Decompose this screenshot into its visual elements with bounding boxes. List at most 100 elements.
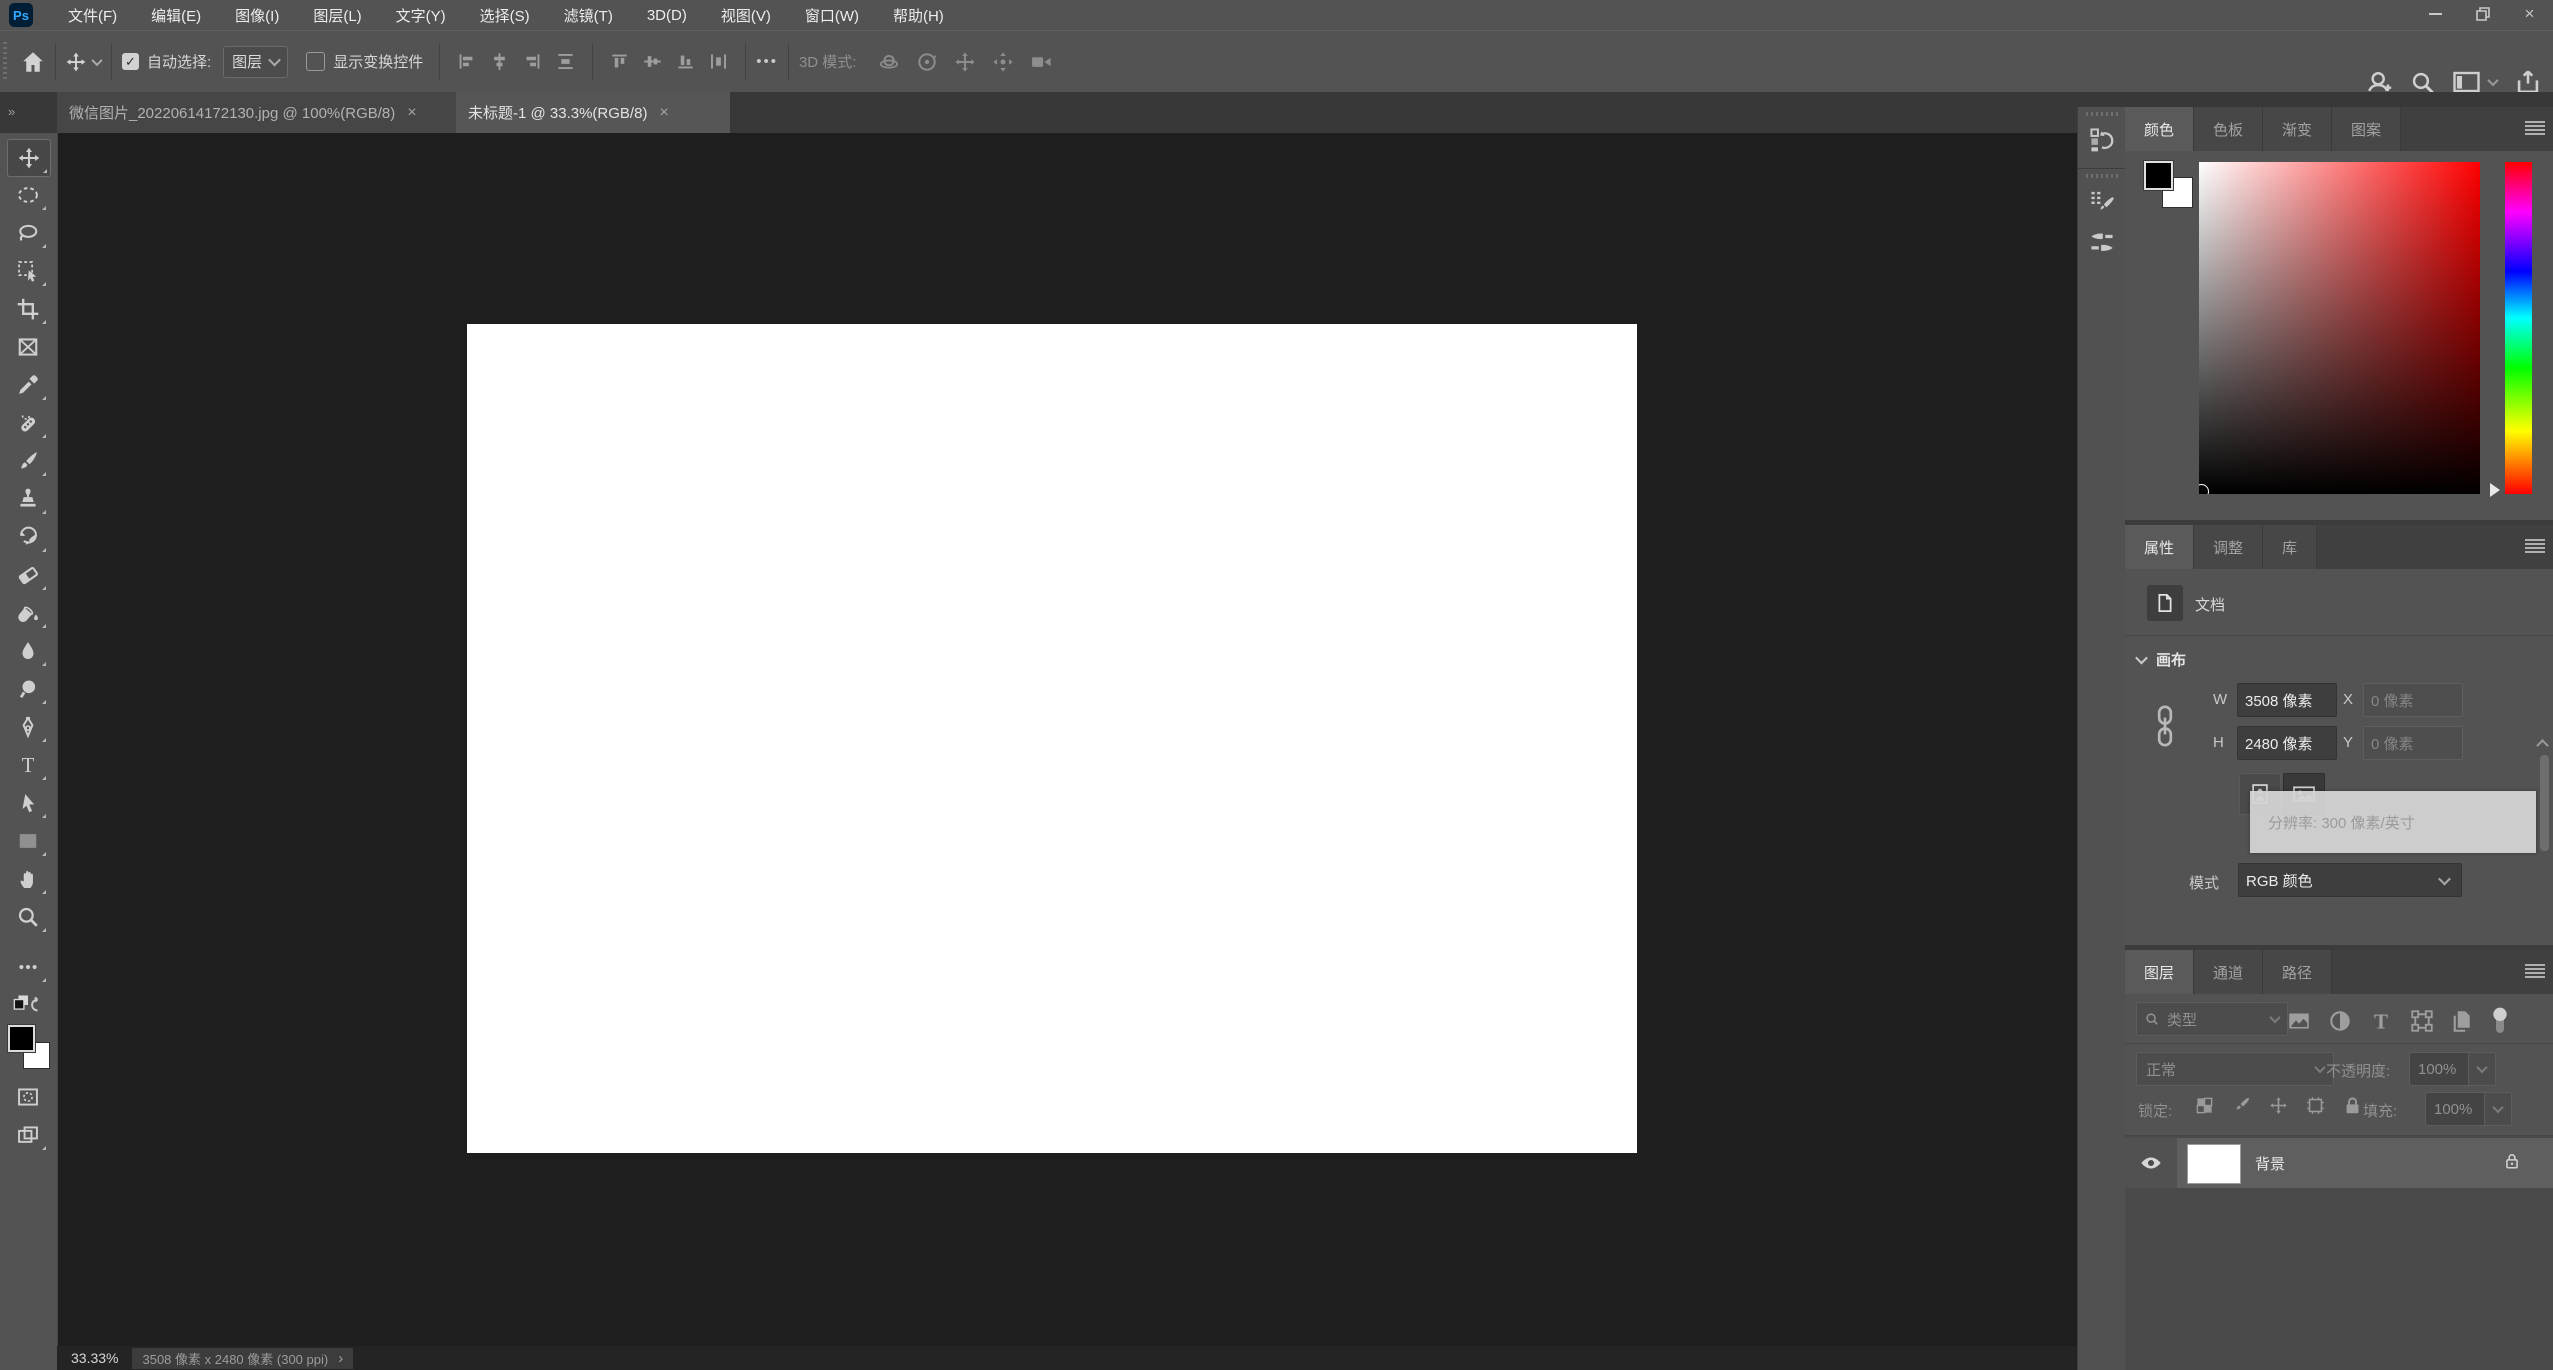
filter-pixel-layers-icon[interactable] bbox=[2287, 1009, 2311, 1033]
eraser-tool[interactable] bbox=[7, 557, 49, 593]
lock-position-icon[interactable] bbox=[2269, 1096, 2288, 1115]
document-tab-active[interactable]: 未标题-1 @ 33.3%(RGB/8) × bbox=[456, 92, 730, 133]
elliptical-marquee-tool[interactable] bbox=[7, 177, 49, 213]
more-options-button[interactable]: ••• bbox=[756, 53, 778, 70]
menu-window[interactable]: 窗口(W) bbox=[788, 0, 876, 30]
brushes-panel-icon[interactable] bbox=[2078, 222, 2126, 262]
lock-artboard-icon[interactable] bbox=[2306, 1096, 2325, 1115]
restore-button[interactable] bbox=[2459, 0, 2506, 28]
opacity-stepper[interactable] bbox=[2468, 1052, 2496, 1086]
layer-visibility-cell[interactable] bbox=[2125, 1138, 2177, 1188]
tab-channels[interactable]: 通道 bbox=[2194, 950, 2263, 994]
foreground-color-chip[interactable] bbox=[8, 1025, 35, 1052]
width-field[interactable]: 3508 像素 bbox=[2237, 683, 2337, 717]
tab-libraries[interactable]: 库 bbox=[2263, 525, 2317, 569]
menu-help[interactable]: 帮助(H) bbox=[876, 0, 961, 30]
minimize-button[interactable] bbox=[2412, 0, 2459, 28]
pen-tool[interactable] bbox=[7, 709, 49, 745]
paint-bucket-tool[interactable] bbox=[7, 595, 49, 631]
tab-paths[interactable]: 路径 bbox=[2263, 950, 2332, 994]
spot-healing-brush-tool[interactable] bbox=[7, 405, 49, 441]
hand-tool[interactable] bbox=[7, 861, 49, 897]
zoom-level-field[interactable]: 33.33% bbox=[71, 1350, 118, 1366]
panel-menu-icon[interactable] bbox=[2525, 121, 2545, 135]
close-button[interactable]: × bbox=[2506, 0, 2553, 28]
align-top-edges-icon[interactable] bbox=[610, 52, 629, 71]
blur-tool[interactable] bbox=[7, 633, 49, 669]
canvas-section-header[interactable]: 画布 bbox=[2137, 649, 2186, 670]
options-grip[interactable] bbox=[3, 42, 7, 82]
edit-toolbar-button[interactable] bbox=[7, 949, 49, 985]
height-field[interactable]: 2480 像素 bbox=[2237, 726, 2337, 760]
distribute-horizontal-icon[interactable] bbox=[709, 52, 728, 71]
panel-group-grip[interactable] bbox=[2086, 174, 2118, 178]
menu-image[interactable]: 图像(I) bbox=[218, 0, 296, 30]
mode-dropdown[interactable]: RGB 颜色 bbox=[2238, 863, 2462, 897]
menu-edit[interactable]: 编辑(E) bbox=[134, 0, 218, 30]
close-tab-icon[interactable]: × bbox=[659, 104, 668, 122]
document-tab-inactive[interactable]: 微信图片_20220614172130.jpg @ 100%(RGB/8) × bbox=[57, 92, 480, 133]
filter-shape-layers-icon[interactable] bbox=[2410, 1009, 2434, 1033]
3d-slide-icon[interactable] bbox=[992, 51, 1014, 73]
distribute-vertical-icon[interactable] bbox=[556, 52, 575, 71]
fill-stepper[interactable] bbox=[2484, 1092, 2512, 1126]
toolbar-collapse-button[interactable]: » bbox=[8, 104, 13, 119]
object-selection-tool[interactable] bbox=[7, 253, 49, 289]
layer-name[interactable]: 背景 bbox=[2255, 1153, 2285, 1174]
menu-type[interactable]: 文字(Y) bbox=[379, 0, 463, 30]
eyedropper-tool[interactable] bbox=[7, 367, 49, 403]
close-tab-icon[interactable]: × bbox=[407, 104, 416, 122]
document-canvas[interactable] bbox=[467, 324, 1637, 1153]
panel-menu-icon[interactable] bbox=[2525, 539, 2545, 553]
x-field[interactable]: 0 像素 bbox=[2363, 683, 2463, 717]
history-panel-icon[interactable] bbox=[2078, 120, 2126, 160]
path-selection-tool[interactable] bbox=[7, 785, 49, 821]
align-horizontal-centers-icon[interactable] bbox=[490, 52, 509, 71]
lock-all-icon[interactable] bbox=[2343, 1096, 2362, 1115]
rectangle-tool[interactable] bbox=[7, 823, 49, 859]
panel-menu-icon[interactable] bbox=[2525, 964, 2545, 978]
menu-3d[interactable]: 3D(D) bbox=[630, 0, 704, 30]
frame-tool[interactable] bbox=[7, 329, 49, 365]
3d-roll-icon[interactable] bbox=[916, 51, 938, 73]
align-bottom-edges-icon[interactable] bbox=[676, 52, 695, 71]
color-field[interactable] bbox=[2199, 162, 2480, 494]
workspace-switcher[interactable] bbox=[2453, 71, 2497, 93]
dodge-tool[interactable] bbox=[7, 671, 49, 707]
hue-slider[interactable] bbox=[2505, 162, 2532, 494]
menu-view[interactable]: 视图(V) bbox=[704, 0, 788, 30]
3d-pan-icon[interactable] bbox=[954, 51, 976, 73]
default-swap-colors[interactable] bbox=[7, 987, 49, 1023]
tab-swatches[interactable]: 色板 bbox=[2194, 107, 2263, 151]
layer-filter-dropdown[interactable]: 类型 bbox=[2136, 1002, 2288, 1036]
document-info[interactable]: 3508 像素 x 2480 像素 (300 ppi) › bbox=[132, 1348, 353, 1369]
screen-mode-button[interactable] bbox=[7, 1117, 49, 1153]
home-icon[interactable] bbox=[21, 50, 45, 74]
layer-row-background[interactable]: 背景 bbox=[2125, 1138, 2553, 1188]
filter-type-layers-icon[interactable]: T bbox=[2369, 1009, 2393, 1033]
search-icon[interactable] bbox=[2410, 70, 2435, 95]
tab-patterns[interactable]: 图案 bbox=[2332, 107, 2401, 151]
type-tool[interactable]: T bbox=[7, 747, 49, 783]
quick-mask-button[interactable] bbox=[7, 1079, 49, 1115]
filter-toggle-switch[interactable] bbox=[2492, 1006, 2508, 1036]
blend-mode-dropdown[interactable]: 正常 bbox=[2136, 1052, 2334, 1086]
3d-orbit-icon[interactable] bbox=[878, 51, 900, 73]
menu-filter[interactable]: 滤镜(T) bbox=[547, 0, 630, 30]
history-brush-tool[interactable] bbox=[7, 519, 49, 555]
align-right-edges-icon[interactable] bbox=[523, 52, 542, 71]
brush-tool[interactable] bbox=[7, 443, 49, 479]
lock-transparency-icon[interactable] bbox=[2195, 1096, 2214, 1115]
filter-smart-objects-icon[interactable] bbox=[2451, 1009, 2475, 1033]
color-field-cursor[interactable] bbox=[2199, 484, 2209, 494]
tab-layers[interactable]: 图层 bbox=[2125, 950, 2194, 994]
move-tool[interactable] bbox=[7, 139, 51, 177]
panel-group-grip[interactable] bbox=[2086, 112, 2118, 116]
tab-properties[interactable]: 属性 bbox=[2125, 525, 2194, 569]
hue-slider-handle[interactable] bbox=[2490, 483, 2500, 497]
scroll-up-icon[interactable] bbox=[2538, 741, 2547, 750]
layer-thumbnail[interactable] bbox=[2187, 1144, 2241, 1184]
y-field[interactable]: 0 像素 bbox=[2363, 726, 2463, 760]
menu-select[interactable]: 选择(S) bbox=[463, 0, 547, 30]
tab-gradients[interactable]: 渐变 bbox=[2263, 107, 2332, 151]
